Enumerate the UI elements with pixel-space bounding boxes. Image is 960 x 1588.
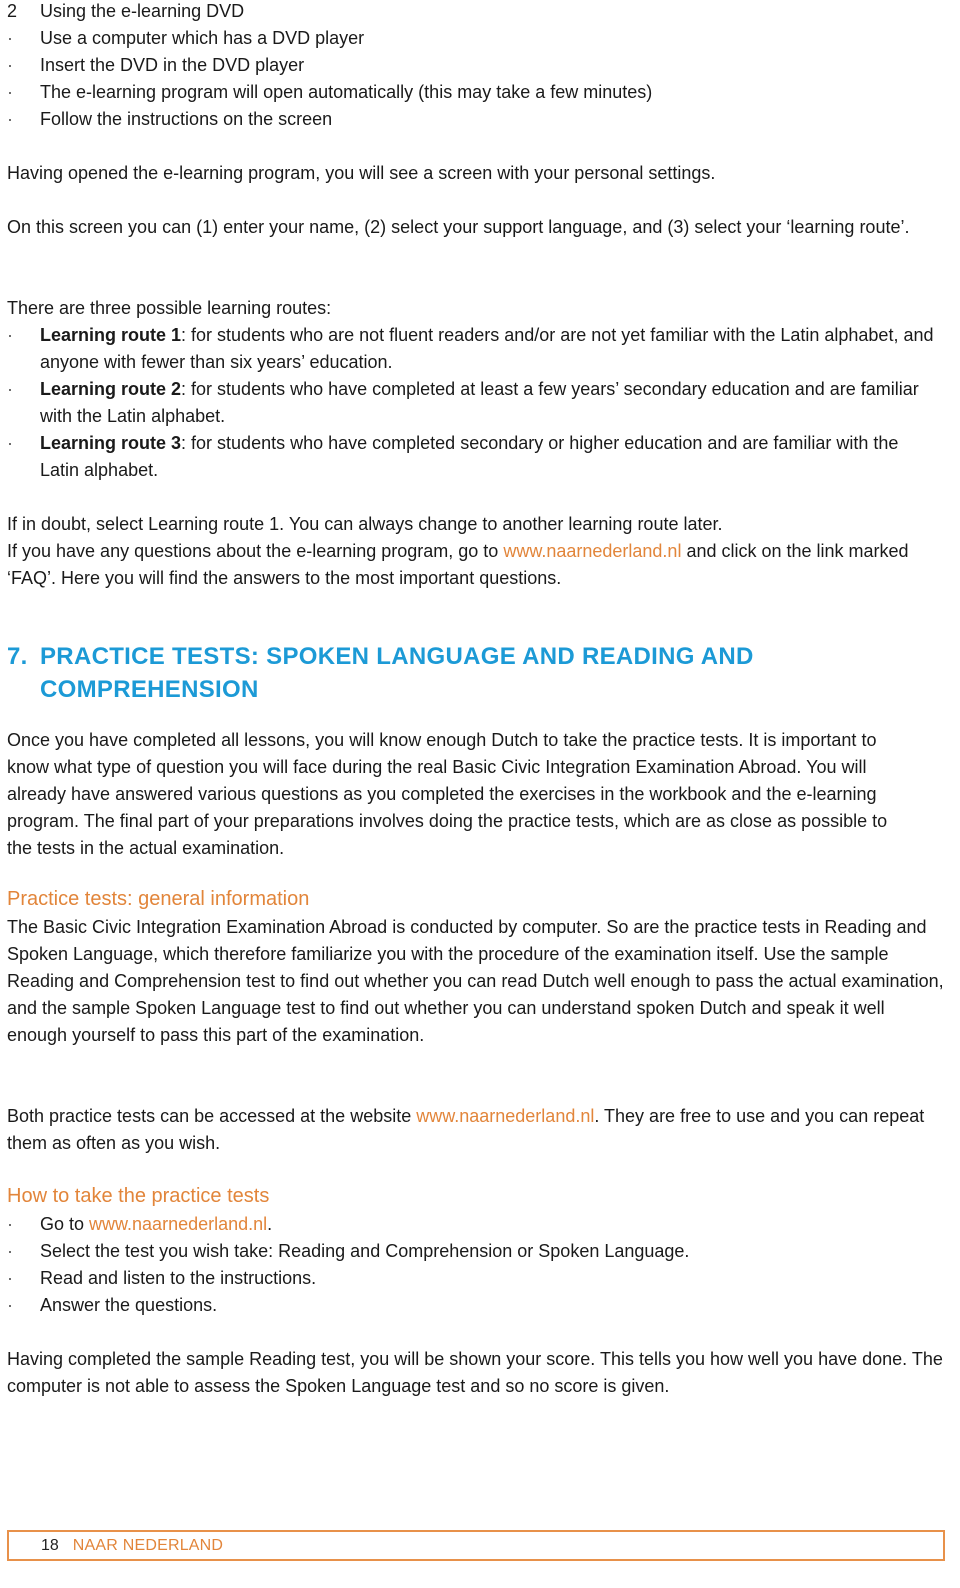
- page-number: 18: [41, 1537, 59, 1554]
- bullet-icon: ·: [7, 109, 13, 129]
- website-link[interactable]: www.naarnederland.nl: [89, 1214, 267, 1234]
- website-link[interactable]: www.naarnederland.nl: [503, 541, 681, 561]
- list-item: · The e-learning program will open autom…: [7, 79, 953, 106]
- list-item: · Follow the instructions on the screen: [7, 106, 953, 133]
- learning-routes-list: · Learning route 1: for students who are…: [7, 322, 953, 484]
- bullet-icon: ·: [7, 1268, 13, 1288]
- paragraph-doubt: If in doubt, select Learning route 1. Yo…: [7, 514, 723, 534]
- list-item-route-1: · Learning route 1: for students who are…: [7, 322, 953, 376]
- bullet-icon: ·: [7, 55, 13, 75]
- paragraph-faq: If you have any questions about the e-le…: [7, 541, 909, 588]
- section-2-heading: 2 Using the e-learning DVD: [7, 0, 953, 25]
- section-number: 7.: [7, 643, 28, 670]
- paragraph-settings: Having opened the e-learning program, yo…: [7, 163, 716, 183]
- route-label: Learning route 3: [40, 433, 182, 453]
- bullet-icon: ·: [7, 325, 13, 345]
- section-7-heading: 7. PRACTICE TESTS: SPOKEN LANGUAGE AND R…: [7, 640, 953, 706]
- list-item: · Use a computer which has a DVD player: [7, 25, 953, 52]
- subheading-general-information: Practice tests: general information: [7, 888, 310, 910]
- bullet-icon: ·: [7, 82, 13, 102]
- section-title: PRACTICE TESTS: SPOKEN LANGUAGE AND READ…: [40, 643, 754, 703]
- route-label: Learning route 2: [40, 379, 182, 399]
- bullet-icon: ·: [7, 433, 13, 453]
- paragraph-score: Having completed the sample Reading test…: [7, 1349, 943, 1396]
- routes-intro: There are three possible learning routes…: [7, 298, 332, 318]
- how-to-steps-list: · Go to www.naarnederland.nl. · Select t…: [7, 1211, 953, 1319]
- subheading-how-to: How to take the practice tests: [7, 1185, 270, 1207]
- bullet-icon: ·: [7, 1214, 13, 1234]
- paragraph-general: The Basic Civic Integration Examination …: [7, 917, 944, 1045]
- section-number: 2: [7, 1, 18, 21]
- list-item: · Select the test you wish take: Reading…: [7, 1238, 953, 1265]
- route-label: Learning route 1: [40, 325, 182, 345]
- page-footer: 18 NAAR NEDERLAND: [7, 1530, 945, 1561]
- dvd-steps-list: · Use a computer which has a DVD player …: [7, 25, 953, 133]
- list-item-route-2: · Learning route 2: for students who hav…: [7, 376, 953, 430]
- section-title: Using the e-learning DVD: [40, 1, 245, 21]
- paragraph-screen-options: On this screen you can (1) enter your na…: [7, 217, 910, 237]
- bullet-icon: ·: [7, 1295, 13, 1315]
- list-item-route-3: · Learning route 3: for students who hav…: [7, 430, 953, 484]
- list-item: · Answer the questions.: [7, 1292, 953, 1319]
- list-item: · Insert the DVD in the DVD player: [7, 52, 953, 79]
- list-item: · Read and listen to the instructions.: [7, 1265, 953, 1292]
- bullet-icon: ·: [7, 28, 13, 48]
- bullet-icon: ·: [7, 379, 13, 399]
- website-link[interactable]: www.naarnederland.nl: [416, 1106, 594, 1126]
- list-item: · Go to www.naarnederland.nl.: [7, 1211, 953, 1238]
- footer-brand: NAAR NEDERLAND: [72, 1537, 224, 1554]
- paragraph-intro: Once you have completed all lessons, you…: [7, 730, 888, 858]
- bullet-icon: ·: [7, 1241, 13, 1261]
- paragraph-access: Both practice tests can be accessed at t…: [7, 1106, 925, 1153]
